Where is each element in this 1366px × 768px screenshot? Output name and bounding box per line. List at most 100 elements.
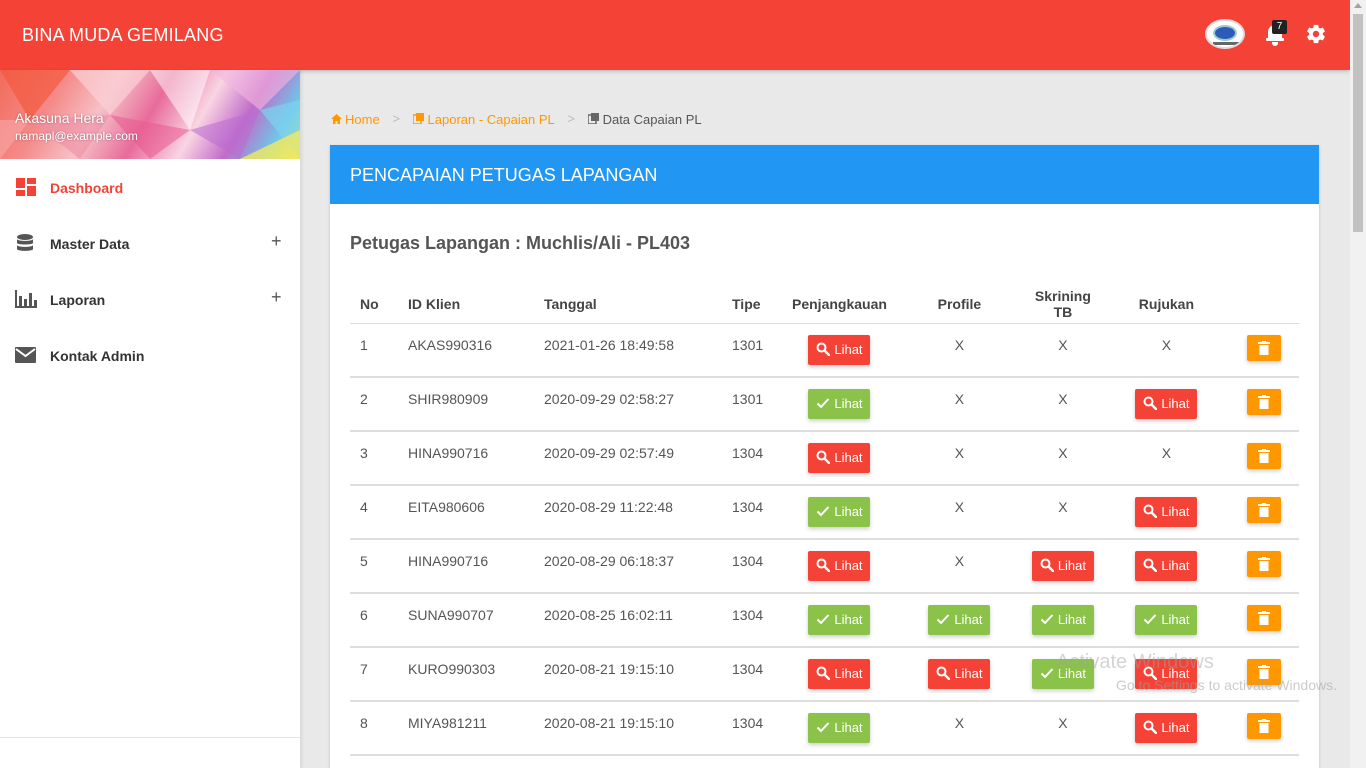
row-tipe: 1304 — [722, 647, 782, 702]
gear-icon[interactable] — [1305, 23, 1327, 45]
row-number: 8 — [350, 701, 398, 756]
client-id: SHIR980909 — [398, 377, 534, 432]
row-number: 7 — [350, 647, 398, 702]
sidebar-item-label: Master Data — [50, 236, 130, 252]
profile-empty: X — [896, 485, 1022, 540]
col-header-tipe: Tipe — [722, 285, 782, 324]
actions-cell — [1228, 539, 1299, 594]
rujukan-lihat-button[interactable]: Lihat — [1135, 605, 1198, 635]
penjangkauan-lihat-button[interactable]: Lihat — [808, 443, 871, 473]
skrining-tb-lihat-button[interactable]: Lihat — [1031, 605, 1094, 635]
trash-icon — [1257, 557, 1270, 571]
row-tipe: 1304 — [722, 485, 782, 540]
app-brand[interactable]: BINA MUDA GEMILANG — [22, 25, 224, 46]
rujukan-cell: Lihat — [1103, 377, 1229, 432]
client-id: MIYA981211 — [398, 701, 534, 756]
scroll-up-arrow-icon[interactable] — [1354, 3, 1362, 8]
petugas-subtitle: Petugas Lapangan : Muchlis/Ali - PL403 — [350, 233, 691, 253]
rujukan-cell: Lihat — [1103, 485, 1229, 540]
expand-plus-icon[interactable]: + — [271, 287, 282, 308]
penjangkauan-lihat-button[interactable]: Lihat — [808, 713, 871, 743]
delete-button[interactable] — [1246, 334, 1281, 361]
breadcrumb-home[interactable]: Home — [331, 111, 380, 127]
delete-button[interactable] — [1246, 713, 1281, 739]
profile-lihat-button[interactable]: Lihat — [928, 605, 991, 635]
actions-cell — [1228, 431, 1299, 486]
profile-empty: X — [896, 377, 1022, 432]
row-number: 1 — [350, 323, 398, 378]
profile-empty: X — [896, 431, 1022, 486]
notification-badge: 7 — [1272, 20, 1287, 34]
penjangkauan-cell: Lihat — [782, 593, 897, 648]
profile-lihat-button[interactable]: Lihat — [928, 659, 991, 689]
trash-icon — [1257, 611, 1270, 625]
penjangkauan-lihat-button[interactable]: Lihat — [808, 389, 871, 419]
rujukan-lihat-button[interactable]: Lihat — [1135, 551, 1198, 581]
row-tipe: 1304 — [722, 431, 782, 486]
penjangkauan-lihat-button[interactable]: Lihat — [808, 497, 871, 527]
skrining-tb-empty: X — [1021, 323, 1104, 378]
search-icon — [936, 666, 951, 680]
sidebar: Akasuna Hera namapl@example.com Dashboar… — [0, 70, 300, 768]
sidebar-menu: Dashboard Master Data + Laporan + Kontak… — [0, 159, 300, 383]
col-header-rujukan: Rujukan — [1103, 285, 1229, 324]
expand-plus-icon[interactable]: + — [271, 231, 282, 252]
rujukan-empty: X — [1103, 323, 1229, 378]
row-tipe: 1304 — [722, 539, 782, 594]
rujukan-cell: Lihat — [1103, 701, 1229, 756]
check-icon — [817, 614, 830, 625]
sidebar-item-laporan[interactable]: Laporan + — [0, 271, 300, 327]
row-number: 2 — [350, 377, 398, 432]
button-label: Lihat — [834, 450, 863, 465]
penjangkauan-lihat-button[interactable]: Lihat — [808, 659, 871, 689]
rujukan-cell: Lihat — [1103, 593, 1229, 648]
penjangkauan-lihat-button[interactable]: Lihat — [808, 334, 871, 365]
rujukan-lihat-button[interactable]: Lihat — [1135, 497, 1198, 527]
row-tipe: 1301 — [722, 377, 782, 432]
library-books-icon — [586, 112, 599, 125]
col-header-no: No — [350, 285, 398, 324]
row-date: 2020-09-29 02:57:49 — [534, 431, 722, 486]
delete-button[interactable] — [1246, 443, 1281, 469]
col-header-profile: Profile — [896, 285, 1022, 324]
rujukan-lihat-button[interactable]: Lihat — [1135, 713, 1198, 743]
delete-button[interactable] — [1246, 551, 1281, 577]
top-bar: BINA MUDA GEMILANG 7 — [0, 0, 1350, 70]
penjangkauan-lihat-button[interactable]: Lihat — [808, 605, 871, 635]
penjangkauan-lihat-button[interactable]: Lihat — [808, 551, 871, 581]
profile-cell: Lihat — [896, 647, 1022, 702]
button-label: Lihat — [834, 396, 863, 411]
page-scrollbar[interactable] — [1350, 0, 1366, 768]
search-icon — [1143, 504, 1158, 518]
delete-button[interactable] — [1246, 497, 1281, 523]
penjangkauan-cell: Lihat — [782, 539, 897, 594]
skrining-tb-lihat-button[interactable]: Lihat — [1031, 551, 1094, 581]
user-email: namapl@example.com — [15, 129, 138, 143]
col-header-skrining-tb: Skrining TB — [1021, 285, 1104, 324]
org-logo-avatar[interactable] — [1205, 19, 1245, 49]
bar-chart-icon — [15, 290, 37, 308]
button-label: Lihat — [1057, 558, 1087, 573]
breadcrumb-separator: > — [392, 111, 400, 127]
row-tipe: 1304 — [722, 701, 782, 756]
delete-button[interactable] — [1246, 605, 1281, 631]
sidebar-item-kontak-admin[interactable]: Kontak Admin — [0, 327, 300, 383]
sidebar-item-dashboard[interactable]: Dashboard — [0, 159, 300, 215]
table-row: 8 MIYA981211 2020-08-21 19:15:10 1304 Lihat X… — [350, 701, 1299, 756]
rujukan-lihat-button[interactable]: Lihat — [1135, 389, 1198, 419]
sidebar-item-master-data[interactable]: Master Data + — [0, 215, 300, 271]
button-label: Lihat — [834, 558, 863, 573]
table-header-row: No ID Klien Tanggal Tipe Penjangkauan Pr… — [350, 285, 1299, 324]
client-id: SUNA990707 — [398, 593, 534, 648]
profile-empty: X — [896, 539, 1022, 594]
rujukan-cell: Lihat — [1103, 539, 1229, 594]
row-number: 3 — [350, 431, 398, 486]
scrollbar-thumb[interactable] — [1353, 14, 1363, 232]
breadcrumb-laporan[interactable]: Laporan - Capaian PL — [411, 111, 555, 127]
database-icon — [17, 234, 33, 251]
search-icon — [1143, 558, 1158, 572]
penjangkauan-cell: Lihat — [782, 323, 897, 378]
trash-icon — [1257, 340, 1270, 355]
delete-button[interactable] — [1246, 389, 1281, 415]
row-date: 2020-08-21 19:15:10 — [534, 647, 722, 702]
